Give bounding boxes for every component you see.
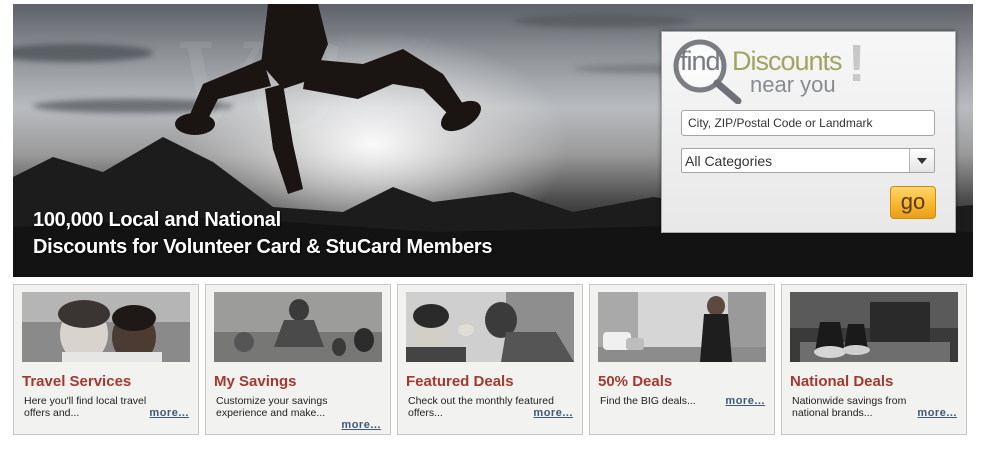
more-link[interactable]: more... [149,407,189,419]
featured-deals-photo [406,292,574,362]
more-link[interactable]: more... [725,395,765,407]
hero-headline: 100,000 Local and National Discounts for… [33,207,493,261]
card-description: Customize your savings experience and ma… [216,395,328,419]
hero-headline-line1: 100,000 Local and National [33,209,281,231]
card-featured-deals[interactable]: Featured Deals Check out the monthly fea… [397,284,583,435]
cloud-shape [13,44,153,62]
category-select[interactable]: All Categories [681,148,935,173]
card-title: Featured Deals [406,373,514,390]
go-button[interactable]: go [890,186,936,219]
card-national-deals[interactable]: National Deals Nationwide savings from n… [781,284,967,435]
travel-services-photo [22,292,190,362]
my-savings-photo [214,292,382,362]
hero-headline-line2: Discounts for Volunteer Card & StuCard M… [33,236,493,258]
runner-silhouette [175,4,481,194]
logo-find-text: find [680,46,721,76]
more-link[interactable]: more... [533,407,573,419]
card-title: My Savings [214,373,297,390]
card-title: Travel Services [22,373,132,390]
card-50-percent-deals[interactable]: 50% Deals Find the BIG deals... more... [589,284,775,435]
more-link[interactable]: more... [341,419,381,431]
more-link[interactable]: more... [917,407,957,419]
cloud-shape [513,14,693,28]
find-discounts-logo: find Discounts near you ! [672,35,872,104]
find-discounts-widget: find Discounts near you ! All Categories… [661,31,956,233]
card-travel-services[interactable]: Travel Services Here you'll find local t… [13,284,199,435]
location-search-input[interactable] [681,110,935,136]
category-cards: Travel Services Here you'll find local t… [13,284,973,436]
logo-exclamation: ! [848,35,866,93]
chevron-down-icon [917,158,927,164]
card-title: 50% Deals [598,373,673,390]
logo-near-you-text: near you [750,72,836,97]
card-title: National Deals [790,373,894,390]
card-my-savings[interactable]: My Savings Customize your savings experi… [205,284,391,435]
category-dropdown-button[interactable] [909,149,934,172]
national-deals-photo [790,292,958,362]
category-select-value: All Categories [685,153,773,169]
fifty-percent-deals-photo [598,292,766,362]
